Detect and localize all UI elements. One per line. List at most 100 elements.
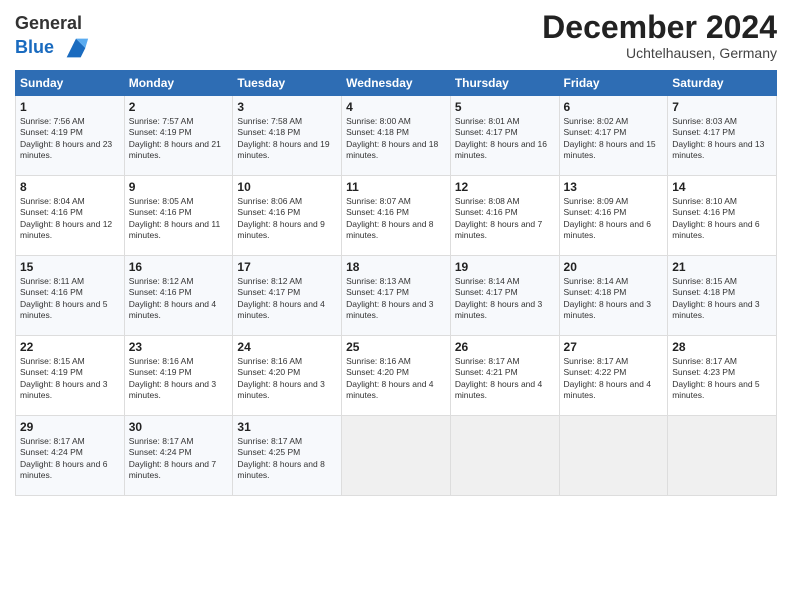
calendar-cell: 2Sunrise: 7:57 AMSunset: 4:19 PMDaylight… xyxy=(124,95,233,175)
month-title: December 2024 xyxy=(542,10,777,45)
calendar-cell: 25Sunrise: 8:16 AMSunset: 4:20 PMDayligh… xyxy=(342,335,451,415)
day-number: 26 xyxy=(455,340,555,354)
calendar-cell: 10 Sunrise: 8:06 AMSunset: 4:16 PMDayligh… xyxy=(233,175,342,255)
calendar-week-2: 8Sunrise: 8:04 AMSunset: 4:16 PMDaylight… xyxy=(16,175,777,255)
page-container: General Blue December 2024 Uchtelhausen,… xyxy=(0,0,792,504)
day-info: Sunrise: 8:17 AMSunset: 4:22 PMDaylight:… xyxy=(564,356,664,402)
logo-icon xyxy=(62,34,90,62)
calendar-cell: 14 Sunrise: 8:10 AMSunset: 4:16 PMDayligh… xyxy=(668,175,777,255)
day-info: Sunrise: 8:17 AMSunset: 4:23 PMDaylight:… xyxy=(672,356,772,402)
calendar-cell: 26 Sunrise: 8:17 AMSunset: 4:21 PMDayligh… xyxy=(450,335,559,415)
day-info: Sunrise: 8:07 AMSunset: 4:16 PMDaylight:… xyxy=(346,196,446,242)
calendar-cell: 27Sunrise: 8:17 AMSunset: 4:22 PMDayligh… xyxy=(559,335,668,415)
day-number: 17 xyxy=(237,260,337,274)
day-number: 14 xyxy=(672,180,772,194)
calendar-cell xyxy=(668,415,777,495)
day-number: 12 xyxy=(455,180,555,194)
day-info: Sunrise: 8:10 AMSunset: 4:16 PMDaylight:… xyxy=(672,196,772,242)
calendar-header-row: SundayMondayTuesdayWednesdayThursdayFrid… xyxy=(16,70,777,95)
day-number: 15 xyxy=(20,260,120,274)
calendar-cell: 7Sunrise: 8:03 AMSunset: 4:17 PMDaylight… xyxy=(668,95,777,175)
day-number: 13 xyxy=(564,180,664,194)
page-header: General Blue December 2024 Uchtelhausen,… xyxy=(15,10,777,62)
day-info: Sunrise: 8:01 AMSunset: 4:17 PMDaylight:… xyxy=(455,116,555,162)
col-header-monday: Monday xyxy=(124,70,233,95)
day-number: 19 xyxy=(455,260,555,274)
logo: General Blue xyxy=(15,14,90,62)
day-info: Sunrise: 8:16 AMSunset: 4:19 PMDaylight:… xyxy=(129,356,229,402)
calendar-cell: 28Sunrise: 8:17 AMSunset: 4:23 PMDayligh… xyxy=(668,335,777,415)
day-number: 6 xyxy=(564,100,664,114)
day-info: Sunrise: 8:12 AMSunset: 4:16 PMDaylight:… xyxy=(129,276,229,322)
calendar-cell: 1 Sunrise: 7:56 AMSunset: 4:19 PMDaylight… xyxy=(16,95,125,175)
col-header-sunday: Sunday xyxy=(16,70,125,95)
day-number: 30 xyxy=(129,420,229,434)
day-info: Sunrise: 8:06 AMSunset: 4:16 PMDaylight:… xyxy=(237,196,337,242)
day-info: Sunrise: 8:17 AMSunset: 4:25 PMDaylight:… xyxy=(237,436,337,482)
col-header-tuesday: Tuesday xyxy=(233,70,342,95)
col-header-thursday: Thursday xyxy=(450,70,559,95)
day-number: 24 xyxy=(237,340,337,354)
day-number: 22 xyxy=(20,340,120,354)
day-number: 21 xyxy=(672,260,772,274)
col-header-wednesday: Wednesday xyxy=(342,70,451,95)
location: Uchtelhausen, Germany xyxy=(542,45,777,61)
day-info: Sunrise: 8:05 AMSunset: 4:16 PMDaylight:… xyxy=(129,196,229,242)
col-header-friday: Friday xyxy=(559,70,668,95)
day-info: Sunrise: 8:15 AMSunset: 4:18 PMDaylight:… xyxy=(672,276,772,322)
day-info: Sunrise: 8:03 AMSunset: 4:17 PMDaylight:… xyxy=(672,116,772,162)
day-number: 23 xyxy=(129,340,229,354)
calendar-cell: 5Sunrise: 8:01 AMSunset: 4:17 PMDaylight… xyxy=(450,95,559,175)
logo-general: General xyxy=(15,13,82,33)
calendar-cell: 17 Sunrise: 8:12 AMSunset: 4:17 PMDayligh… xyxy=(233,255,342,335)
day-number: 20 xyxy=(564,260,664,274)
day-number: 16 xyxy=(129,260,229,274)
calendar-cell xyxy=(559,415,668,495)
day-number: 4 xyxy=(346,100,446,114)
calendar-cell: 22 Sunrise: 8:15 AMSunset: 4:19 PMDayligh… xyxy=(16,335,125,415)
day-number: 10 xyxy=(237,180,337,194)
day-info: Sunrise: 8:17 AMSunset: 4:24 PMDaylight:… xyxy=(129,436,229,482)
calendar-cell: 23 Sunrise: 8:16 AMSunset: 4:19 PMDayligh… xyxy=(124,335,233,415)
day-info: Sunrise: 8:12 AMSunset: 4:17 PMDaylight:… xyxy=(237,276,337,322)
day-info: Sunrise: 8:17 AMSunset: 4:21 PMDaylight:… xyxy=(455,356,555,402)
calendar-cell: 13 Sunrise: 8:09 AMSunset: 4:16 PMDayligh… xyxy=(559,175,668,255)
day-number: 2 xyxy=(129,100,229,114)
day-info: Sunrise: 8:15 AMSunset: 4:19 PMDaylight:… xyxy=(20,356,120,402)
calendar-cell: 4 Sunrise: 8:00 AMSunset: 4:18 PMDaylight… xyxy=(342,95,451,175)
calendar-cell: 18Sunrise: 8:13 AMSunset: 4:17 PMDayligh… xyxy=(342,255,451,335)
calendar-cell xyxy=(450,415,559,495)
calendar-week-3: 15 Sunrise: 8:11 AMSunset: 4:16 PMDayligh… xyxy=(16,255,777,335)
calendar-cell: 11Sunrise: 8:07 AMSunset: 4:16 PMDayligh… xyxy=(342,175,451,255)
day-info: Sunrise: 8:14 AMSunset: 4:18 PMDaylight:… xyxy=(564,276,664,322)
calendar-cell: 6 Sunrise: 8:02 AMSunset: 4:17 PMDaylight… xyxy=(559,95,668,175)
day-info: Sunrise: 8:17 AMSunset: 4:24 PMDaylight:… xyxy=(20,436,120,482)
calendar-cell: 12Sunrise: 8:08 AMSunset: 4:16 PMDayligh… xyxy=(450,175,559,255)
calendar-week-5: 29Sunrise: 8:17 AMSunset: 4:24 PMDayligh… xyxy=(16,415,777,495)
calendar-cell: 30 Sunrise: 8:17 AMSunset: 4:24 PMDayligh… xyxy=(124,415,233,495)
calendar-cell: 15 Sunrise: 8:11 AMSunset: 4:16 PMDayligh… xyxy=(16,255,125,335)
calendar-cell: 29Sunrise: 8:17 AMSunset: 4:24 PMDayligh… xyxy=(16,415,125,495)
calendar-cell: 21 Sunrise: 8:15 AMSunset: 4:18 PMDayligh… xyxy=(668,255,777,335)
calendar-cell: 20 Sunrise: 8:14 AMSunset: 4:18 PMDayligh… xyxy=(559,255,668,335)
day-number: 31 xyxy=(237,420,337,434)
day-info: Sunrise: 8:16 AMSunset: 4:20 PMDaylight:… xyxy=(237,356,337,402)
day-info: Sunrise: 8:02 AMSunset: 4:17 PMDaylight:… xyxy=(564,116,664,162)
day-info: Sunrise: 7:56 AMSunset: 4:19 PMDaylight:… xyxy=(20,116,120,162)
day-number: 1 xyxy=(20,100,120,114)
day-info: Sunrise: 7:58 AMSunset: 4:18 PMDaylight:… xyxy=(237,116,337,162)
day-info: Sunrise: 8:09 AMSunset: 4:16 PMDaylight:… xyxy=(564,196,664,242)
calendar-cell: 31 Sunrise: 8:17 AMSunset: 4:25 PMDayligh… xyxy=(233,415,342,495)
day-number: 3 xyxy=(237,100,337,114)
day-info: Sunrise: 8:14 AMSunset: 4:17 PMDaylight:… xyxy=(455,276,555,322)
day-info: Sunrise: 8:04 AMSunset: 4:16 PMDaylight:… xyxy=(20,196,120,242)
calendar-cell xyxy=(342,415,451,495)
day-info: Sunrise: 8:11 AMSunset: 4:16 PMDaylight:… xyxy=(20,276,120,322)
calendar-table: SundayMondayTuesdayWednesdayThursdayFrid… xyxy=(15,70,777,496)
calendar-cell: 16 Sunrise: 8:12 AMSunset: 4:16 PMDayligh… xyxy=(124,255,233,335)
day-number: 18 xyxy=(346,260,446,274)
day-info: Sunrise: 8:00 AMSunset: 4:18 PMDaylight:… xyxy=(346,116,446,162)
calendar-cell: 19 Sunrise: 8:14 AMSunset: 4:17 PMDayligh… xyxy=(450,255,559,335)
logo-blue: Blue xyxy=(15,37,54,57)
calendar-cell: 9Sunrise: 8:05 AMSunset: 4:16 PMDaylight… xyxy=(124,175,233,255)
